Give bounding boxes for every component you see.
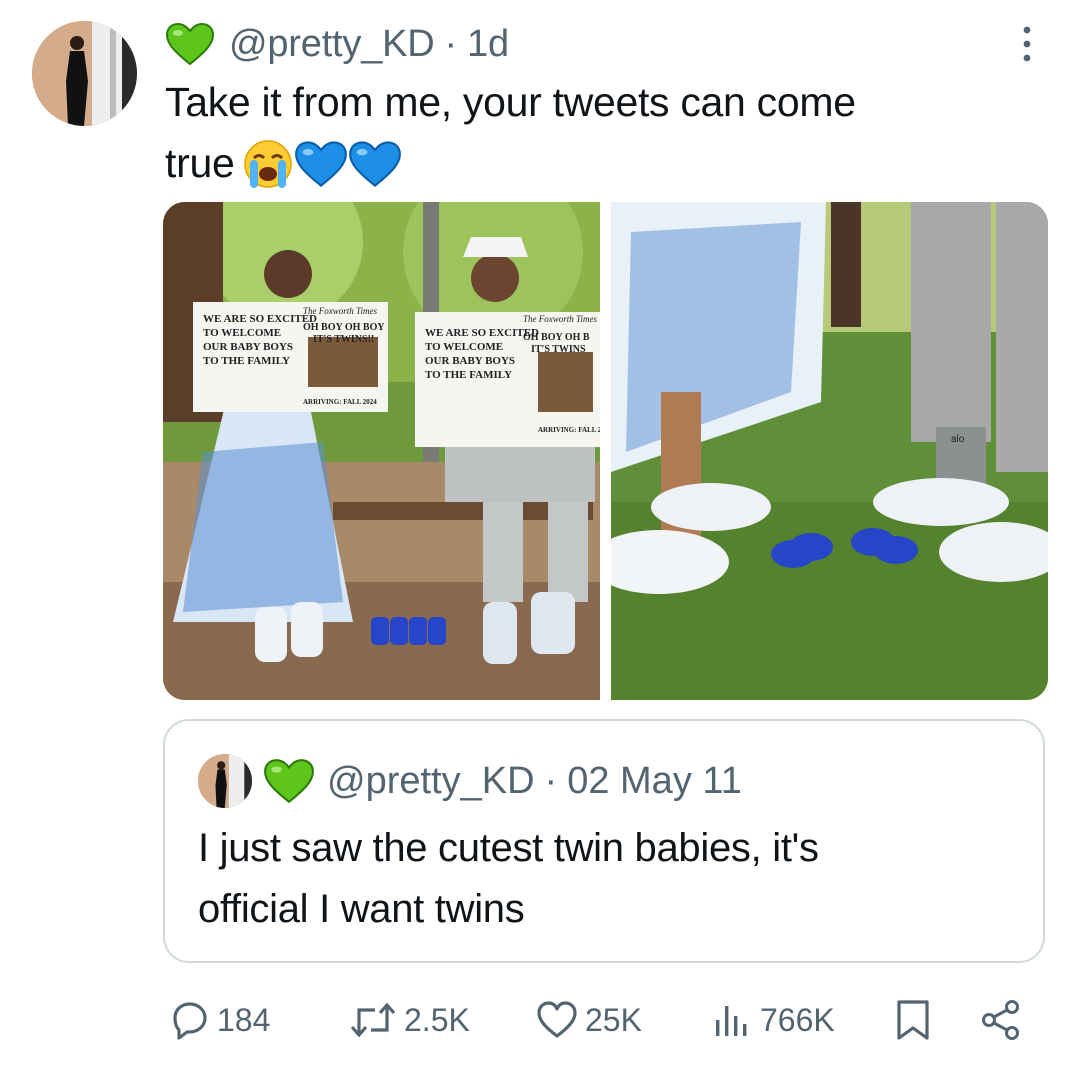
loudly-crying-face-icon <box>244 139 293 188</box>
svg-text:OH BOY OH B: OH BOY OH B <box>523 332 590 343</box>
bookmark-icon <box>897 1000 929 1040</box>
green-heart-icon <box>264 759 314 804</box>
green-heart-icon <box>165 22 215 66</box>
quoted-tweet-header: @pretty_KD · 02 May 11 <box>263 753 742 809</box>
svg-text:alo: alo <box>951 434 965 445</box>
action-bar: 184 2.5K 25K 766K <box>165 995 1035 1045</box>
views-count: 766K <box>760 1001 835 1038</box>
repost-icon <box>350 1002 396 1038</box>
tweet-text-line1: Take it from me, your tweets can come <box>165 79 856 125</box>
media-grid[interactable]: WE ARE SO EXCITED TO WELCOME OUR BABY BO… <box>163 202 1048 700</box>
bookmark-button[interactable] <box>893 995 939 1045</box>
views-button[interactable]: 766K <box>710 995 835 1045</box>
tweet-text: Take it from me, your tweets can come tr… <box>165 72 1025 194</box>
svg-text:TO THE FAMILY: TO THE FAMILY <box>203 355 290 367</box>
svg-text:TO WELCOME: TO WELCOME <box>425 341 503 353</box>
svg-text:OUR BABY BOYS: OUR BABY BOYS <box>203 341 293 353</box>
more-options-icon[interactable] <box>1012 24 1042 64</box>
svg-text:IT'S TWINS: IT'S TWINS <box>531 344 586 355</box>
separator-dot: · <box>444 22 458 65</box>
author-avatar[interactable] <box>32 21 137 126</box>
quoted-tweet-text: I just saw the cutest twin babies, it's … <box>198 818 1018 940</box>
blue-heart-icon <box>349 140 402 187</box>
reply-button[interactable]: 184 <box>167 995 270 1045</box>
quoted-tweet[interactable]: @pretty_KD · 02 May 11 I just saw the cu… <box>163 719 1045 963</box>
svg-text:The Foxworth Times: The Foxworth Times <box>523 314 598 324</box>
quoted-text-line1: I just saw the cutest twin babies, it's <box>198 826 819 870</box>
svg-text:OUR BABY BOYS: OUR BABY BOYS <box>425 355 515 367</box>
repost-button[interactable]: 2.5K <box>348 995 470 1045</box>
views-icon <box>716 1006 747 1036</box>
svg-text:ARRIVING: FALL 2024: ARRIVING: FALL 2024 <box>303 398 377 406</box>
quoted-text-line2: official I want twins <box>198 887 525 931</box>
separator-dot: · <box>544 759 558 802</box>
repost-count: 2.5K <box>404 1001 470 1038</box>
like-button[interactable]: 25K <box>535 995 642 1045</box>
svg-text:OH BOY OH BOY: OH BOY OH BOY <box>303 322 385 333</box>
svg-text:WE ARE SO EXCITED: WE ARE SO EXCITED <box>203 313 317 325</box>
svg-text:ARRIVING: FALL 202: ARRIVING: FALL 202 <box>538 426 600 434</box>
author-handle[interactable]: @pretty_KD <box>229 23 435 66</box>
reply-icon <box>173 1002 207 1040</box>
quoted-tweet-date: 02 May 11 <box>567 759 742 802</box>
quoted-author-avatar[interactable] <box>198 754 252 808</box>
svg-text:TO WELCOME: TO WELCOME <box>203 327 281 339</box>
share-button[interactable] <box>979 995 1029 1045</box>
like-icon <box>537 1001 577 1038</box>
reply-count: 184 <box>217 1001 271 1038</box>
like-count: 25K <box>585 1001 642 1038</box>
svg-text:IT'S TWINS!!: IT'S TWINS!! <box>313 334 374 345</box>
photo-feet-and-baby-shoes[interactable]: alo <box>611 202 1048 700</box>
svg-text:WE ARE SO EXCITED: WE ARE SO EXCITED <box>425 327 539 339</box>
blue-heart-icon <box>295 140 348 187</box>
share-icon <box>982 1000 1019 1040</box>
tweet-text-line2: true <box>165 140 235 186</box>
tweet-age[interactable]: 1d <box>467 23 509 66</box>
tweet-header: @pretty_KD · 1d <box>165 18 509 70</box>
svg-text:The Foxworth Times: The Foxworth Times <box>303 306 378 316</box>
svg-text:TO THE FAMILY: TO THE FAMILY <box>425 369 512 381</box>
photo-couple-on-bench[interactable]: WE ARE SO EXCITED TO WELCOME OUR BABY BO… <box>163 202 600 700</box>
quoted-author-handle[interactable]: @pretty_KD <box>327 760 535 803</box>
